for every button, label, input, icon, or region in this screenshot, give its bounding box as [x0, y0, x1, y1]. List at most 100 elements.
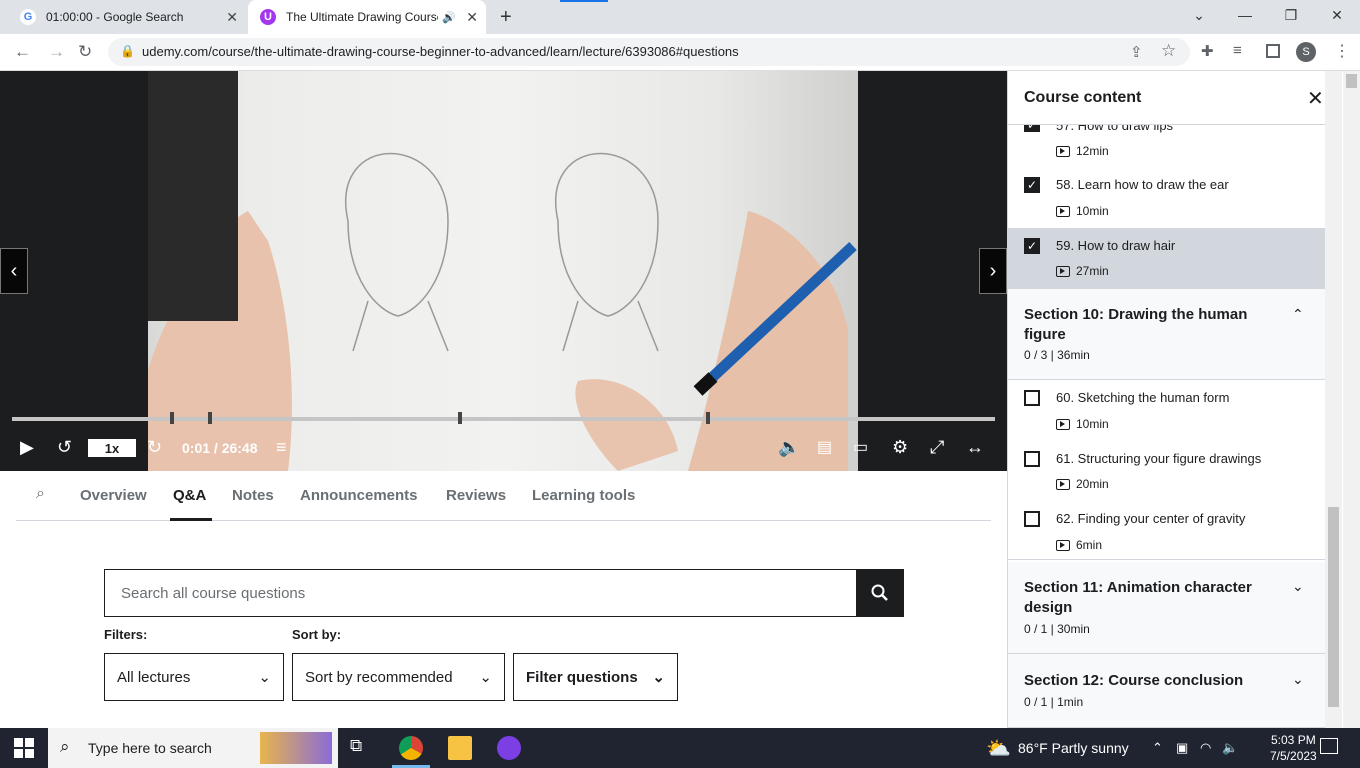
browser-tab-google[interactable]: G 01:00:00 - Google Search ✕	[8, 0, 246, 34]
rewind-icon[interactable]: ↺	[57, 437, 72, 458]
speaker-icon[interactable]: 🔈	[1222, 740, 1238, 756]
video-icon	[1056, 539, 1070, 551]
chevron-up-icon[interactable]: ⌃	[1292, 306, 1304, 323]
lecture-title[interactable]: 61. Structuring your figure drawings	[1056, 451, 1261, 466]
search-icon: ⌕	[60, 737, 70, 756]
lecture-checkbox[interactable]	[1024, 451, 1040, 467]
file-explorer-icon[interactable]	[448, 736, 472, 760]
chrome-menu-icon[interactable]: ⋮	[1334, 41, 1350, 61]
chevron-down-icon[interactable]: ⌄	[1292, 578, 1304, 595]
progress-marker[interactable]	[458, 412, 462, 424]
lecture-filter-dropdown[interactable]: All lectures ⌄	[104, 653, 284, 701]
filter-questions-dropdown[interactable]: Filter questions ⌄	[513, 653, 678, 701]
question-search-button[interactable]	[856, 569, 904, 617]
bookmark-star-icon[interactable]: ☆	[1161, 41, 1176, 61]
section-title[interactable]: Section 12: Course conclusion	[1024, 671, 1284, 691]
tab-notes[interactable]: Notes	[232, 487, 274, 504]
chevron-down-icon: ⌄	[479, 669, 492, 686]
forward-icon[interactable]: →	[48, 42, 65, 62]
playback-speed-button[interactable]: 1x	[88, 439, 136, 457]
new-tab-icon[interactable]: +	[500, 6, 512, 29]
lecture-title[interactable]: 59. How to draw hair	[1056, 238, 1175, 253]
share-icon[interactable]: ⇪	[1130, 43, 1143, 61]
lecture-checkbox[interactable]	[1024, 511, 1040, 527]
video-frame	[148, 71, 858, 471]
tab-learning-tools[interactable]: Learning tools	[532, 487, 635, 504]
search-icon[interactable]: ⌕	[36, 485, 45, 503]
video-progress-bar[interactable]	[12, 417, 995, 421]
profile-avatar[interactable]: S	[1296, 42, 1316, 62]
tab-reviews[interactable]: Reviews	[446, 487, 506, 504]
question-search-input[interactable]: Search all course questions	[104, 569, 857, 617]
weather-icon[interactable]: ⛅	[986, 736, 1011, 761]
audio-playing-icon[interactable]: 🔊	[442, 11, 456, 24]
section-title[interactable]: Section 10: Drawing the human figure	[1024, 305, 1284, 345]
section-title[interactable]: Section 11: Animation character design	[1024, 578, 1284, 618]
fullscreen-icon[interactable]: ⤢	[930, 437, 944, 458]
volume-icon[interactable]: 🔈	[778, 437, 800, 458]
captions-icon[interactable]: ▭	[853, 437, 868, 457]
back-icon[interactable]: ←	[14, 42, 31, 62]
taskbar-clock[interactable]: 5:03 PM 7/5/2023	[1270, 732, 1317, 764]
reading-list-icon[interactable]: ≡	[1233, 42, 1242, 59]
section-meta: 0 / 3 | 36min	[1024, 348, 1090, 362]
reload-icon[interactable]: ↻	[78, 42, 92, 62]
transcript-icon[interactable]: ▤	[817, 437, 832, 457]
video-icon	[1056, 478, 1070, 490]
page-scrollbar[interactable]	[1343, 71, 1360, 728]
tab-title: The Ultimate Drawing Course	[286, 10, 438, 24]
restore-icon[interactable]: ❐	[1268, 0, 1314, 30]
chevron-down-icon[interactable]: ⌄	[1292, 671, 1304, 688]
tab-overview[interactable]: Overview	[80, 487, 147, 504]
expand-width-icon[interactable]: ↔	[966, 437, 984, 458]
github-desktop-icon[interactable]	[497, 736, 521, 760]
sort-dropdown[interactable]: Sort by recommended ⌄	[292, 653, 505, 701]
previous-lecture-button[interactable]: ‹	[0, 248, 28, 294]
close-sidebar-icon[interactable]: ✕	[1307, 86, 1324, 111]
lecture-checkbox[interactable]	[1024, 390, 1040, 406]
progress-marker[interactable]	[170, 412, 174, 424]
progress-marker[interactable]	[706, 412, 710, 424]
weather-text[interactable]: 86°F Partly sunny	[1018, 740, 1129, 756]
lecture-item[interactable]	[1008, 440, 1325, 500]
page-scrollbar-thumb[interactable]	[1346, 74, 1357, 88]
close-tab-icon[interactable]: ✕	[226, 9, 238, 26]
window-close-icon[interactable]: ✕	[1314, 0, 1360, 30]
video-player[interactable]: ‹ › ▶ ↺ 1x ↻ 0:01 / 26:48 ≡ 🔈 ▤ ▭ ⚙ ⤢ ↔	[0, 71, 1007, 471]
forward-skip-icon[interactable]: ↻	[147, 437, 162, 458]
settings-gear-icon[interactable]: ⚙	[892, 437, 908, 458]
lecture-checkbox[interactable]: ✓	[1024, 238, 1040, 254]
lecture-title[interactable]: 62. Finding your center of gravity	[1056, 511, 1245, 526]
section-header[interactable]	[1008, 654, 1325, 728]
lecture-duration: 6min	[1056, 538, 1102, 552]
network-icon[interactable]: ◠	[1200, 740, 1211, 756]
close-tab-icon[interactable]: ✕	[466, 9, 478, 26]
task-view-icon[interactable]: ⧉	[350, 736, 374, 760]
meet-now-icon[interactable]: ▣	[1176, 740, 1188, 756]
minimize-icon[interactable]: —	[1222, 0, 1268, 30]
next-lecture-button[interactable]: ›	[979, 248, 1007, 294]
search-highlight-icon[interactable]	[260, 732, 332, 764]
tab-announcements[interactable]: Announcements	[300, 487, 418, 504]
show-hidden-icons-icon[interactable]: ⌃	[1152, 740, 1163, 756]
video-icon	[1056, 145, 1070, 157]
browser-tab-udemy[interactable]: U The Ultimate Drawing Course 🔊 ✕	[248, 0, 486, 34]
scrollbar-thumb[interactable]	[1328, 507, 1339, 707]
sketch-heads-illustration	[148, 152, 857, 471]
side-panel-icon[interactable]	[1266, 44, 1280, 58]
add-note-icon[interactable]: ≡	[276, 437, 287, 458]
tab-search-icon[interactable]: ⌄	[1176, 0, 1222, 30]
lecture-checkbox[interactable]: ✓	[1024, 177, 1040, 193]
extensions-icon[interactable]: ✚	[1201, 42, 1214, 60]
chrome-icon[interactable]	[399, 736, 423, 760]
lecture-title[interactable]: 58. Learn how to draw the ear	[1056, 177, 1229, 192]
tab-qa[interactable]: Q&A	[173, 487, 206, 504]
lecture-title[interactable]: 60. Sketching the human form	[1056, 390, 1229, 405]
lecture-item[interactable]	[1008, 380, 1325, 440]
url-text[interactable]: udemy.com/course/the-ultimate-drawing-co…	[142, 44, 739, 59]
lock-icon[interactable]: 🔒	[120, 44, 135, 58]
progress-marker[interactable]	[208, 412, 212, 424]
play-icon[interactable]: ▶	[20, 437, 34, 458]
windows-start-icon[interactable]	[14, 738, 34, 758]
notifications-icon[interactable]	[1320, 738, 1338, 754]
